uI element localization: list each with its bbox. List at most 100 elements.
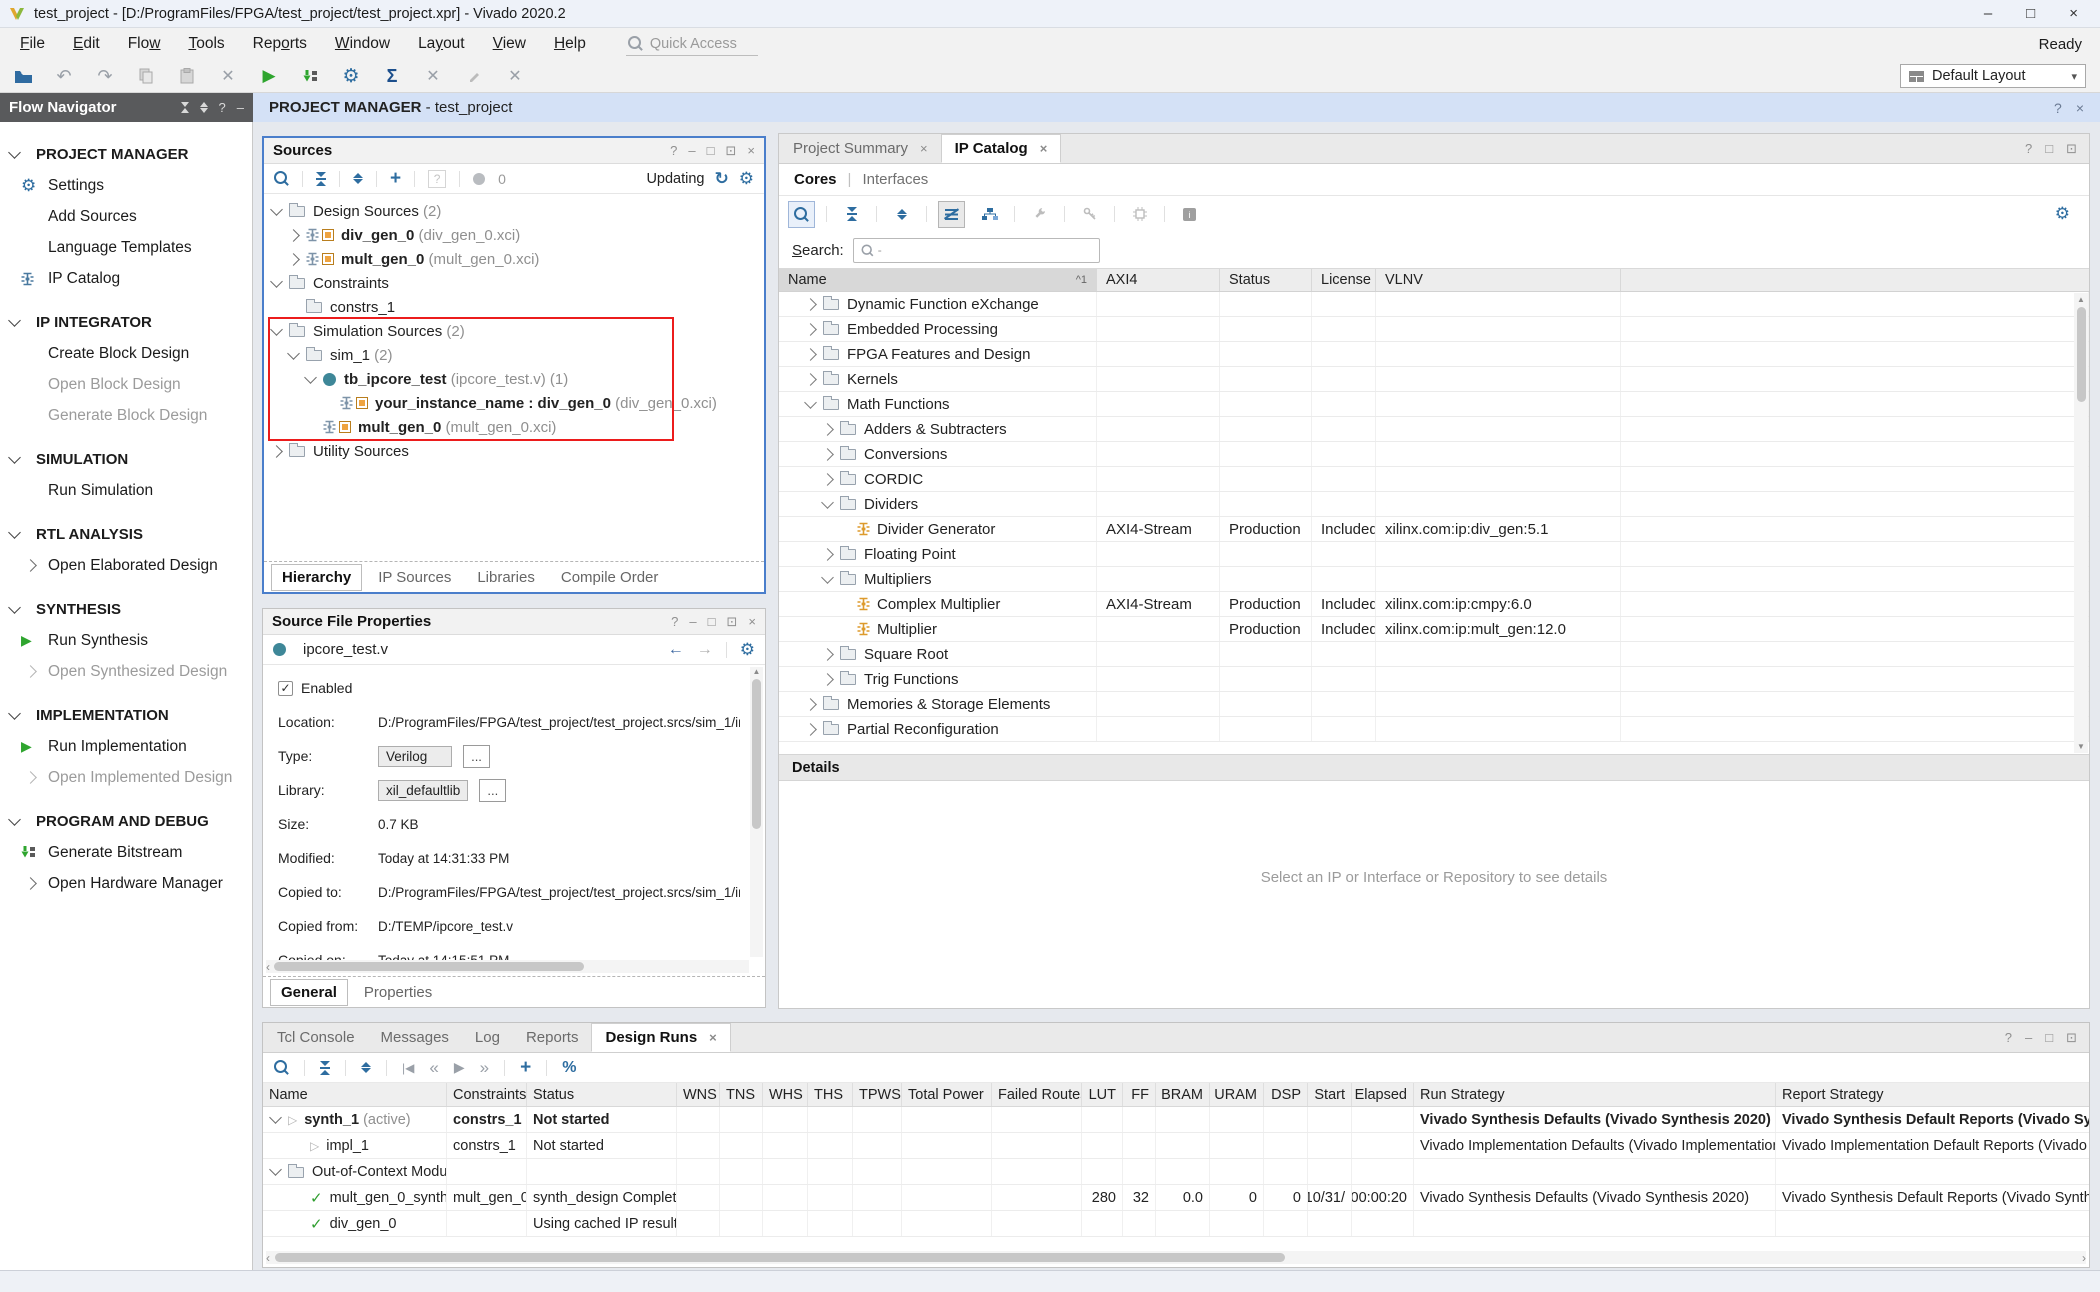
column-header-ths[interactable]: THS (808, 1083, 853, 1106)
collapse-all-icon[interactable] (838, 201, 865, 228)
expand-all-icon[interactable] (888, 201, 915, 228)
flow-item-settings[interactable]: ⚙Settings (0, 170, 252, 201)
filter-categories-icon[interactable] (938, 201, 965, 228)
chevron-down-icon[interactable] (269, 1111, 282, 1124)
chevron-right-icon[interactable] (821, 448, 834, 461)
search-icon[interactable] (274, 171, 289, 186)
tab-reports[interactable]: Reports (513, 1023, 592, 1052)
library-browse-button[interactable]: ... (479, 779, 506, 802)
column-header-tns[interactable]: TNS (720, 1083, 763, 1106)
chevron-right-icon[interactable] (821, 548, 834, 561)
flow-section-header-simulation[interactable]: SIMULATION (0, 444, 252, 475)
source-item-constrs-1[interactable]: constrs_1 (264, 295, 764, 319)
tab-general[interactable]: General (270, 979, 348, 1006)
chevron-right-icon[interactable] (270, 445, 283, 458)
chevron-right-icon[interactable] (804, 323, 817, 336)
column-header-total-power[interactable]: Total Power (902, 1083, 992, 1106)
column-header-ff[interactable]: FF (1123, 1083, 1156, 1106)
undo-button[interactable]: ↶ (53, 65, 75, 87)
ipcat-row-memories-storage-elements[interactable]: Memories & Storage Elements (779, 692, 2089, 717)
menu-reports[interactable]: Reports (239, 35, 321, 53)
subtab-interfaces[interactable]: Interfaces (862, 171, 928, 188)
ipcat-row-kernels[interactable]: Kernels (779, 367, 2089, 392)
column-header-bram[interactable]: BRAM (1156, 1083, 1210, 1106)
tab-hierarchy[interactable]: Hierarchy (271, 564, 362, 591)
ipcat-row-trig-functions[interactable]: Trig Functions (779, 667, 2089, 692)
gear-icon[interactable]: ⚙ (739, 169, 754, 189)
expand-all-icon[interactable] (361, 1062, 371, 1073)
column-header-constraints[interactable]: Constraints (447, 1083, 527, 1106)
back-arrow-icon[interactable]: ← (668, 641, 684, 659)
customize-ip-icon[interactable] (1026, 201, 1053, 228)
flow-item-add-sources[interactable]: Add Sources (0, 201, 252, 232)
chevron-right-icon[interactable] (821, 423, 834, 436)
ipcat-row-multiplier[interactable]: Multiplier Production Included xilinx.co… (779, 617, 2089, 642)
minimize-icon[interactable]: – (2025, 1030, 2032, 1045)
flow-section-header-ip-integrator[interactable]: IP INTEGRATOR (0, 307, 252, 338)
sigma-report-button[interactable]: Σ (381, 65, 403, 87)
ipcat-row-fpga-features-and-design[interactable]: FPGA Features and Design (779, 342, 2089, 367)
column-header-axi4[interactable]: AXI4 (1097, 269, 1220, 291)
search-icon[interactable] (788, 201, 815, 228)
ipcat-row-complex-multiplier[interactable]: Complex Multiplier AXI4-Stream Productio… (779, 592, 2089, 617)
maximize-icon[interactable]: □ (708, 614, 716, 629)
flow-item-generate-block-design[interactable]: Generate Block Design (0, 400, 252, 431)
column-header-tpws[interactable]: TPWS (853, 1083, 902, 1106)
column-header-status[interactable]: Status (527, 1083, 677, 1106)
search-icon[interactable] (274, 1060, 289, 1075)
menu-view[interactable]: View (479, 35, 540, 53)
ipcat-row-conversions[interactable]: Conversions (779, 442, 2089, 467)
vertical-scrollbar[interactable]: ▲ (750, 667, 763, 957)
flow-item-open-block-design[interactable]: Open Block Design (0, 369, 252, 400)
minimize-icon[interactable]: – (689, 614, 696, 629)
column-header-name[interactable]: Name^1 (779, 269, 1097, 291)
maximize-icon[interactable]: □ (707, 143, 715, 158)
gear-icon[interactable]: ⚙ (2055, 204, 2080, 224)
close-icon[interactable]: × (920, 141, 928, 156)
chevron-right-icon[interactable] (821, 648, 834, 661)
edit-properties-icon[interactable]: ? (428, 170, 446, 188)
ipcat-row-floating-point[interactable]: Floating Point (779, 542, 2089, 567)
ipcat-row-cordic[interactable]: CORDIC (779, 467, 2089, 492)
column-header-status[interactable]: Status (1220, 269, 1312, 291)
column-header-failed-routes[interactable]: Failed Routes (992, 1083, 1082, 1106)
chevron-right-icon[interactable] (804, 298, 817, 311)
flow-item-run-implementation[interactable]: ▶Run Implementation (0, 731, 252, 762)
source-item-constraints[interactable]: Constraints (264, 271, 764, 295)
tab-messages[interactable]: Messages (368, 1023, 462, 1052)
close-icon[interactable]: × (747, 143, 755, 158)
chevron-right-icon[interactable] (287, 253, 300, 266)
hierarchy-view-icon[interactable] (976, 201, 1003, 228)
menu-edit[interactable]: Edit (59, 35, 114, 53)
source-item-sim-1[interactable]: sim_1 (2) (264, 343, 764, 367)
help-icon[interactable]: ? (2025, 141, 2032, 156)
expand-all-icon[interactable] (353, 173, 363, 184)
refresh-icon[interactable]: ↻ (715, 169, 729, 189)
maximize-icon[interactable]: □ (2045, 1030, 2053, 1045)
collapse-all-icon[interactable] (320, 1061, 330, 1075)
ipcat-row-math-functions[interactable]: Math Functions (779, 392, 2089, 417)
tab-ip-catalog[interactable]: IP Catalog × (941, 134, 1062, 163)
step-back-icon[interactable]: « (429, 1058, 438, 1078)
run-row-div-gen-0[interactable]: ✓div_gen_0Using cached IP results (263, 1211, 2089, 1237)
chevron-right-icon[interactable] (821, 673, 834, 686)
source-item-tb-ipcore-test[interactable]: tb_ipcore_test (ipcore_test.v) (1) (264, 367, 764, 391)
float-icon[interactable]: ⊡ (2066, 141, 2077, 157)
quick-access-search[interactable]: Quick Access (626, 32, 758, 56)
horizontal-scrollbar[interactable]: ‹ › (266, 1251, 2086, 1264)
tab-project-summary[interactable]: Project Summary × (780, 134, 941, 163)
ipcat-row-dynamic-function-exchange[interactable]: Dynamic Function eXchange (779, 292, 2089, 317)
window-close-button[interactable]: × (2069, 5, 2078, 22)
ipcat-row-dividers[interactable]: Dividers (779, 492, 2089, 517)
window-maximize-button[interactable]: □ (2026, 5, 2035, 22)
percent-icon[interactable]: % (562, 1059, 576, 1077)
chevron-down-icon[interactable] (821, 496, 834, 509)
close-icon[interactable]: × (2076, 100, 2084, 116)
flow-item-open-elaborated-design[interactable]: Open Elaborated Design (0, 550, 252, 581)
flow-item-create-block-design[interactable]: Create Block Design (0, 338, 252, 369)
source-item-mult-gen-0[interactable]: mult_gen_0 (mult_gen_0.xci) (264, 415, 764, 439)
ipcat-row-square-root[interactable]: Square Root (779, 642, 2089, 667)
abort-button[interactable]: ✕ (504, 65, 526, 87)
tab-compile-order[interactable]: Compile Order (551, 565, 669, 590)
flow-item-run-simulation[interactable]: Run Simulation (0, 475, 252, 506)
